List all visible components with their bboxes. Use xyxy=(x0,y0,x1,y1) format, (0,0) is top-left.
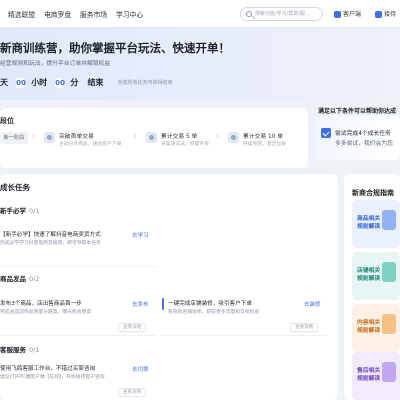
level-step-icon xyxy=(146,132,157,143)
reception-link-label: 接待 xyxy=(384,11,397,18)
tasks-card: 成长任务 新手必学 0/1 【新手必学】快速了解抖音电商卖货方式 完成必学学习抖音… xyxy=(0,174,338,400)
nav-item-jingxuan[interactable]: 精选联盟 xyxy=(8,9,35,19)
task-desc: 完成必学学习抖音电商及规则，即可领取本任务 xyxy=(0,241,101,246)
task-item: 使用飞鸽客服工作台，不错过买家咨询 建议打开PC端客户端【在线】，开始接待客户咨… xyxy=(0,361,156,400)
level-step-desc: 多渠道试试，积累开单 xyxy=(161,142,209,147)
countdown-end-text: 结束 xyxy=(87,78,104,87)
task-group-name: 新手必学 xyxy=(0,207,26,215)
search-box[interactable]: 搜索功能/学习/帮助/服... xyxy=(240,7,323,21)
document-icon xyxy=(382,262,396,282)
task-title: 一键完成店铺装修，吸引客户下单 xyxy=(168,301,252,307)
level-step-icon xyxy=(228,132,239,143)
arrow-icon: › xyxy=(134,132,137,140)
countdown-hours: 00 xyxy=(16,77,26,88)
learn-button[interactable]: 去学习 xyxy=(132,231,149,239)
reception-link[interactable]: 接待 xyxy=(375,9,396,18)
level-step-title: 累计交易 10 单 xyxy=(243,134,284,140)
level-step-icon xyxy=(44,132,55,143)
guide-link[interactable]: 查看攻略 xyxy=(118,388,147,397)
task-title: 【新手必学】快速了解抖音电商卖货方式 xyxy=(0,232,101,238)
level-step-desc: 主动分享商品，通达客户下单 xyxy=(59,142,122,147)
compliance-item-content[interactable]: 内容相关 规则解读 xyxy=(352,304,400,352)
task-title: 使用飞鸽客服工作台，不错过买家咨询 xyxy=(0,366,96,372)
arrow-icon: › xyxy=(216,132,219,140)
nav-item-learning-center[interactable]: 学习中心 xyxy=(116,9,143,19)
countdown-note: 完成所有任务可获得结束 xyxy=(117,80,173,86)
document-icon xyxy=(382,362,396,382)
level-step: 突破首单交易 主动分享商品，通达客户下单 xyxy=(44,130,124,150)
search-icon xyxy=(246,11,252,17)
nav-item-compass[interactable]: 电商罗盘 xyxy=(44,9,71,19)
task-desc: 有效的店铺装修，获取更多流量和交易机会 xyxy=(168,310,260,315)
compliance-item-label: 店铺相关 规则解读 xyxy=(357,268,381,282)
level-step-title: 累计交易 5 单 xyxy=(161,134,198,140)
search-input[interactable]: 搜索功能/学习/帮助/服... xyxy=(255,10,310,17)
tip-card[interactable]: 尝试完成4个成长任务 多多尝试，我们会为您 xyxy=(313,116,400,160)
countdown: 天 00 小时 00 分 结束 完成所有任务可获得结束 xyxy=(0,72,173,88)
countdown-minutes-unit: 分 xyxy=(70,78,79,87)
document-icon xyxy=(382,210,396,230)
level-step: 累计交易 10 单 持续经营，稳定出单 xyxy=(228,130,308,150)
document-icon xyxy=(382,314,396,334)
guide-link[interactable]: 查看攻略 xyxy=(118,323,147,332)
level-card: 段位 新一阶段 › 突破首单交易 主动分享商品，通达客户下单 › 累计交易 5 … xyxy=(0,108,308,168)
task-desc: 建议打开PC端客户端【在线】，开始接待客户咨询 xyxy=(0,375,105,380)
hero-banner: 新商训练营，助你掌握平台玩法、快速开单！ 经营规则和玩法，提升平台订单并解锁权益… xyxy=(0,28,400,100)
client-link[interactable]: 客户端 xyxy=(334,9,361,18)
task-group-count: 0/1 xyxy=(29,346,40,354)
task-group-name: 客服服务 xyxy=(0,346,26,354)
tip-header: 满足以下条件可以帮助你达成 xyxy=(318,108,397,115)
client-link-label: 客户端 xyxy=(343,11,362,18)
tasks-title: 成长任务 xyxy=(0,183,30,192)
task-group-name: 商品发品 xyxy=(0,275,26,283)
task-item: 【新手必学】快速了解抖音电商卖货方式 完成必学学习抖音电商及规则，即可领取本任务… xyxy=(0,227,156,267)
compliance-item-label: 内容相关 规则解读 xyxy=(357,320,381,334)
task-accent-bar xyxy=(162,298,164,310)
check-icon xyxy=(321,128,331,138)
task-group-title: 新手必学 0/1 xyxy=(0,205,39,215)
hero-subtitle: 经营规则和玩法，提升平台订单并解锁权益 xyxy=(0,61,111,67)
compliance-title: 新商合规指南 xyxy=(352,189,394,197)
task-group-title: 客服服务 0/1 xyxy=(0,344,39,354)
compliance-item-label: 商品相关 规则解读 xyxy=(357,216,381,230)
decorate-button[interactable]: 去装修 xyxy=(304,300,321,308)
arrow-icon: › xyxy=(32,132,35,140)
level-step-title: 突破首单交易 xyxy=(59,134,94,140)
publish-button[interactable]: 去发布 xyxy=(132,300,149,308)
tip-line-2: 多多尝试，我们会为您 xyxy=(335,141,393,147)
compliance-item-label: 售后相关 规则解读 xyxy=(357,368,381,382)
compliance-item-product[interactable]: 商品相关 规则解读 xyxy=(352,200,400,248)
task-group-title: 商品发品 0/2 xyxy=(0,273,39,283)
countdown-days-unit: 天 xyxy=(0,78,8,87)
task-item: 发布3个商品，店出售商品首一步 完成发品前商品质量分越高，曝光机会更高 去发布 … xyxy=(0,296,156,336)
top-nav-bar: 精选联盟 电商罗盘 服务市场 学习中心 搜索功能/学习/帮助/服... 客户端 … xyxy=(0,0,400,28)
compliance-item-aftersale[interactable]: 售后相关 规则解读 xyxy=(352,352,400,400)
task-item: 一键完成店铺装修，吸引客户下单 有效的店铺装修，获取更多流量和交易机会 去装修 … xyxy=(162,296,328,336)
switch-button[interactable]: 去切换 xyxy=(132,365,149,373)
reception-icon xyxy=(375,11,382,18)
compliance-item-store[interactable]: 店铺相关 规则解读 xyxy=(352,252,400,300)
current-level-tag: 新一阶段 xyxy=(0,132,28,144)
client-icon xyxy=(334,11,341,18)
nav-item-service-market[interactable]: 服务市场 xyxy=(80,9,107,19)
hero-title: 新商训练营，助你掌握平台玩法、快速开单！ xyxy=(0,41,230,55)
task-group-count: 0/2 xyxy=(29,275,40,283)
level-step: 累计交易 5 单 多渠道试试，积累开单 xyxy=(146,130,226,150)
level-step-desc: 持续经营，稳定出单 xyxy=(243,142,287,147)
task-group-count: 0/1 xyxy=(29,207,40,215)
countdown-minutes: 00 xyxy=(55,77,66,88)
guide-link[interactable]: 查看攻略 xyxy=(290,323,319,332)
task-title: 发布3个商品，店出售商品首一步 xyxy=(0,301,82,307)
tip-line-1: 尝试完成4个成长任务 xyxy=(335,131,391,137)
task-desc: 完成发品前商品质量分越高，曝光机会更高 xyxy=(0,310,92,315)
level-title: 段位 xyxy=(0,117,14,125)
countdown-hours-unit: 小时 xyxy=(31,78,48,87)
